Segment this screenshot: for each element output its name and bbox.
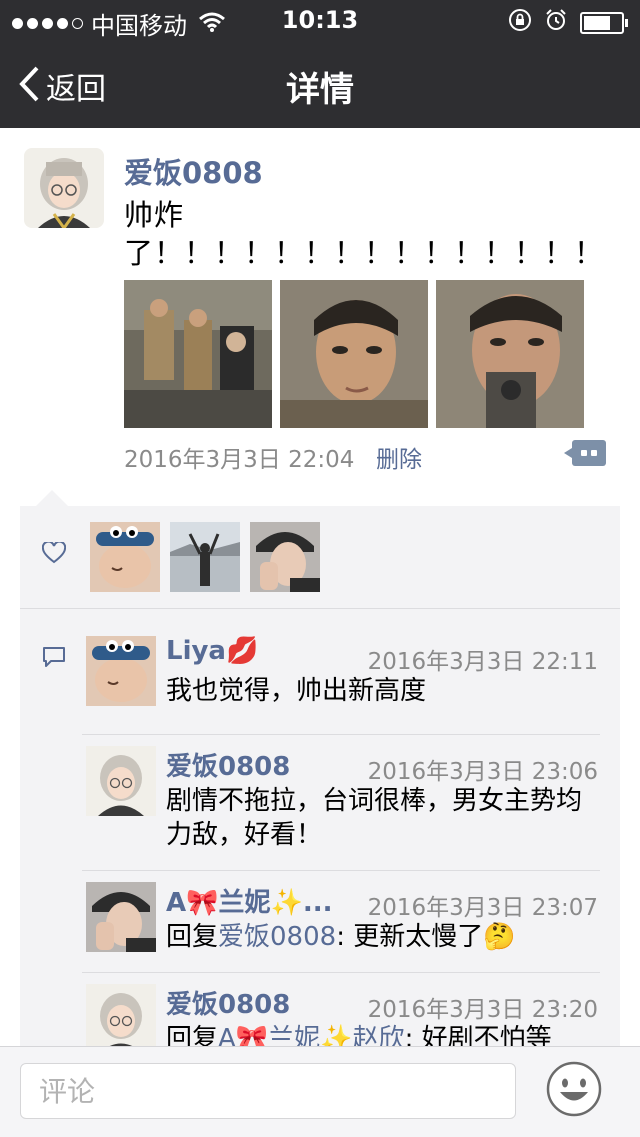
reply-prefix: 回复 — [166, 1024, 219, 1046]
comment-text: 剧情不拖拉，台词很棒，男女主势均力敌，好看！ — [166, 786, 583, 850]
heart-icon — [41, 540, 67, 568]
post-author-name[interactable]: 爱饭0808 — [124, 150, 263, 192]
delete-button[interactable]: 删除 — [376, 440, 422, 474]
comment-icon — [42, 646, 66, 672]
comment-time: 2016年3月3日 22:11 — [367, 649, 598, 675]
post-detail[interactable]: 爱饭0808 帅炸了！！！！！！！！！！！！！！！ 2016年3月3日 22:0… — [0, 128, 640, 1046]
comment-author[interactable]: 爱饭0808 — [166, 746, 290, 783]
status-right — [508, 8, 628, 38]
comment-avatar[interactable] — [86, 636, 156, 706]
post-author-avatar[interactable] — [24, 148, 104, 228]
panel-pointer — [36, 490, 68, 506]
page-title: 详情 — [286, 70, 354, 110]
comment-time: 2016年3月3日 23:06 — [367, 759, 598, 785]
more-dot — [581, 450, 587, 456]
comment-avatar[interactable] — [86, 882, 156, 952]
post-photo-1[interactable] — [124, 280, 272, 428]
comment-input[interactable]: 评论 — [20, 1063, 516, 1119]
emoji-button[interactable] — [546, 1061, 602, 1117]
liker-avatar-1[interactable] — [90, 522, 160, 592]
post-photo-2[interactable] — [280, 280, 428, 428]
comment-text: 回复A🎀兰妮✨赵欣: 好剧不怕等 — [166, 1022, 596, 1046]
reply-body: : 好剧不怕等 — [404, 1024, 552, 1046]
reply-target[interactable]: A🎀兰妮✨赵欣 — [218, 1024, 405, 1046]
more-actions-button[interactable] — [564, 440, 606, 466]
interaction-panel: Liya💋 2016年3月3日 22:11 我也觉得，帅出新高度 爱饭0808 … — [20, 506, 620, 1046]
rotation-lock-icon — [508, 8, 532, 38]
nav-bar: 返回 详情 — [0, 40, 640, 128]
liker-avatar-2[interactable] — [170, 522, 240, 592]
divider — [82, 972, 600, 973]
more-dot — [591, 450, 597, 456]
alarm-icon — [544, 8, 568, 38]
smiley-icon — [546, 1061, 602, 1117]
comment-time: 2016年3月3日 23:20 — [367, 997, 598, 1023]
post-text: 帅炸了！！！！！！！！！！！！！！！ — [124, 198, 605, 270]
comment-avatar[interactable] — [86, 746, 156, 816]
battery-icon — [580, 12, 628, 34]
reply-body: : 更新太慢了🤔 — [336, 922, 516, 952]
reply-target[interactable]: 爱饭0808 — [218, 922, 336, 952]
post-timestamp: 2016年3月3日 22:04 — [124, 447, 355, 473]
divider — [82, 870, 600, 871]
comment-author[interactable]: A🎀兰妮✨... — [166, 882, 333, 919]
comment-author[interactable]: 爱饭0808 — [166, 984, 290, 1021]
divider — [20, 608, 620, 609]
liker-avatar-3[interactable] — [250, 522, 320, 592]
divider — [82, 734, 600, 735]
comment-input-bar: 评论 — [0, 1046, 640, 1137]
comment-author[interactable]: Liya💋 — [166, 636, 258, 666]
reply-prefix: 回复 — [166, 922, 219, 952]
post-photo-3[interactable] — [436, 280, 584, 428]
comment-text: 我也觉得，帅出新高度 — [166, 676, 427, 706]
comment-text: 回复爱饭0808: 更新太慢了🤔 — [166, 920, 596, 954]
comment-avatar[interactable] — [86, 984, 156, 1046]
status-bar: 中国移动 10:13 — [0, 0, 640, 40]
comment-time: 2016年3月3日 23:07 — [367, 895, 598, 921]
